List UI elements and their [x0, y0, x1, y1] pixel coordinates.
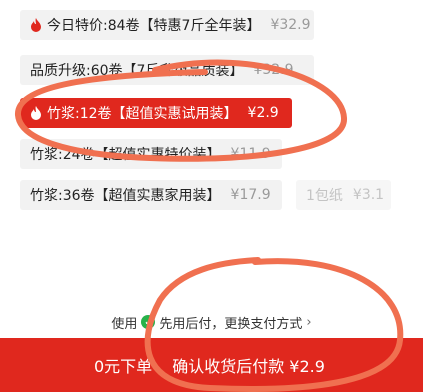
fire-icon — [30, 18, 42, 32]
option-label: 竹浆:36卷【超值实惠家用装】 — [30, 188, 221, 204]
payment-method-tip[interactable]: 使用 ✓ 先用后付，更换支付方式 › — [0, 310, 423, 334]
option-4[interactable]: 竹浆:36卷【超值实惠家用装】 ¥17.9 — [20, 180, 282, 210]
option-0[interactable]: 今日特价:84卷【特惠7斤全年装】 ¥32.9 — [20, 10, 314, 40]
option-label: 竹浆:24卷【超值实惠特价装】 — [30, 147, 221, 163]
tip-prefix: 使用 — [111, 316, 138, 332]
chevron-right-icon: › — [306, 314, 312, 330]
fire-icon — [30, 106, 42, 120]
zero-yuan-order-button[interactable]: 0元下单 — [94, 353, 152, 377]
option-price: ¥32.9 — [253, 62, 294, 78]
option-5-disabled: 1包纸 ¥3.1 — [296, 180, 391, 210]
option-label: 品质升级:60卷【7斤升级品质装】 — [30, 63, 244, 79]
option-price: ¥17.9 — [230, 187, 271, 203]
option-label: 竹浆:12卷【超值实惠试用装】 — [47, 106, 238, 122]
option-1[interactable]: 品质升级:60卷【7斤升级品质装】 ¥32.9 — [20, 55, 314, 85]
check-badge-icon: ✓ — [141, 315, 156, 329]
option-price: ¥3.1 — [352, 187, 385, 203]
option-price: ¥32.9 — [270, 17, 311, 33]
confirm-pay-after-receipt-button[interactable]: 确认收货后付款 ¥2.9 — [172, 353, 325, 377]
tip-text: 先用后付，更换支付方式 — [159, 316, 303, 332]
option-label: 1包纸 — [306, 188, 343, 204]
bottom-action-bar: 0元下单 确认收货后付款 ¥2.9 — [0, 338, 423, 392]
option-price: ¥2.9 — [247, 105, 279, 121]
option-price: ¥11.9 — [230, 146, 271, 162]
option-2-selected[interactable]: 竹浆:12卷【超值实惠试用装】 ¥2.9 — [20, 98, 292, 128]
option-3[interactable]: 竹浆:24卷【超值实惠特价装】 ¥11.9 — [20, 139, 282, 169]
option-label: 今日特价:84卷【特惠7斤全年装】 — [47, 18, 261, 34]
